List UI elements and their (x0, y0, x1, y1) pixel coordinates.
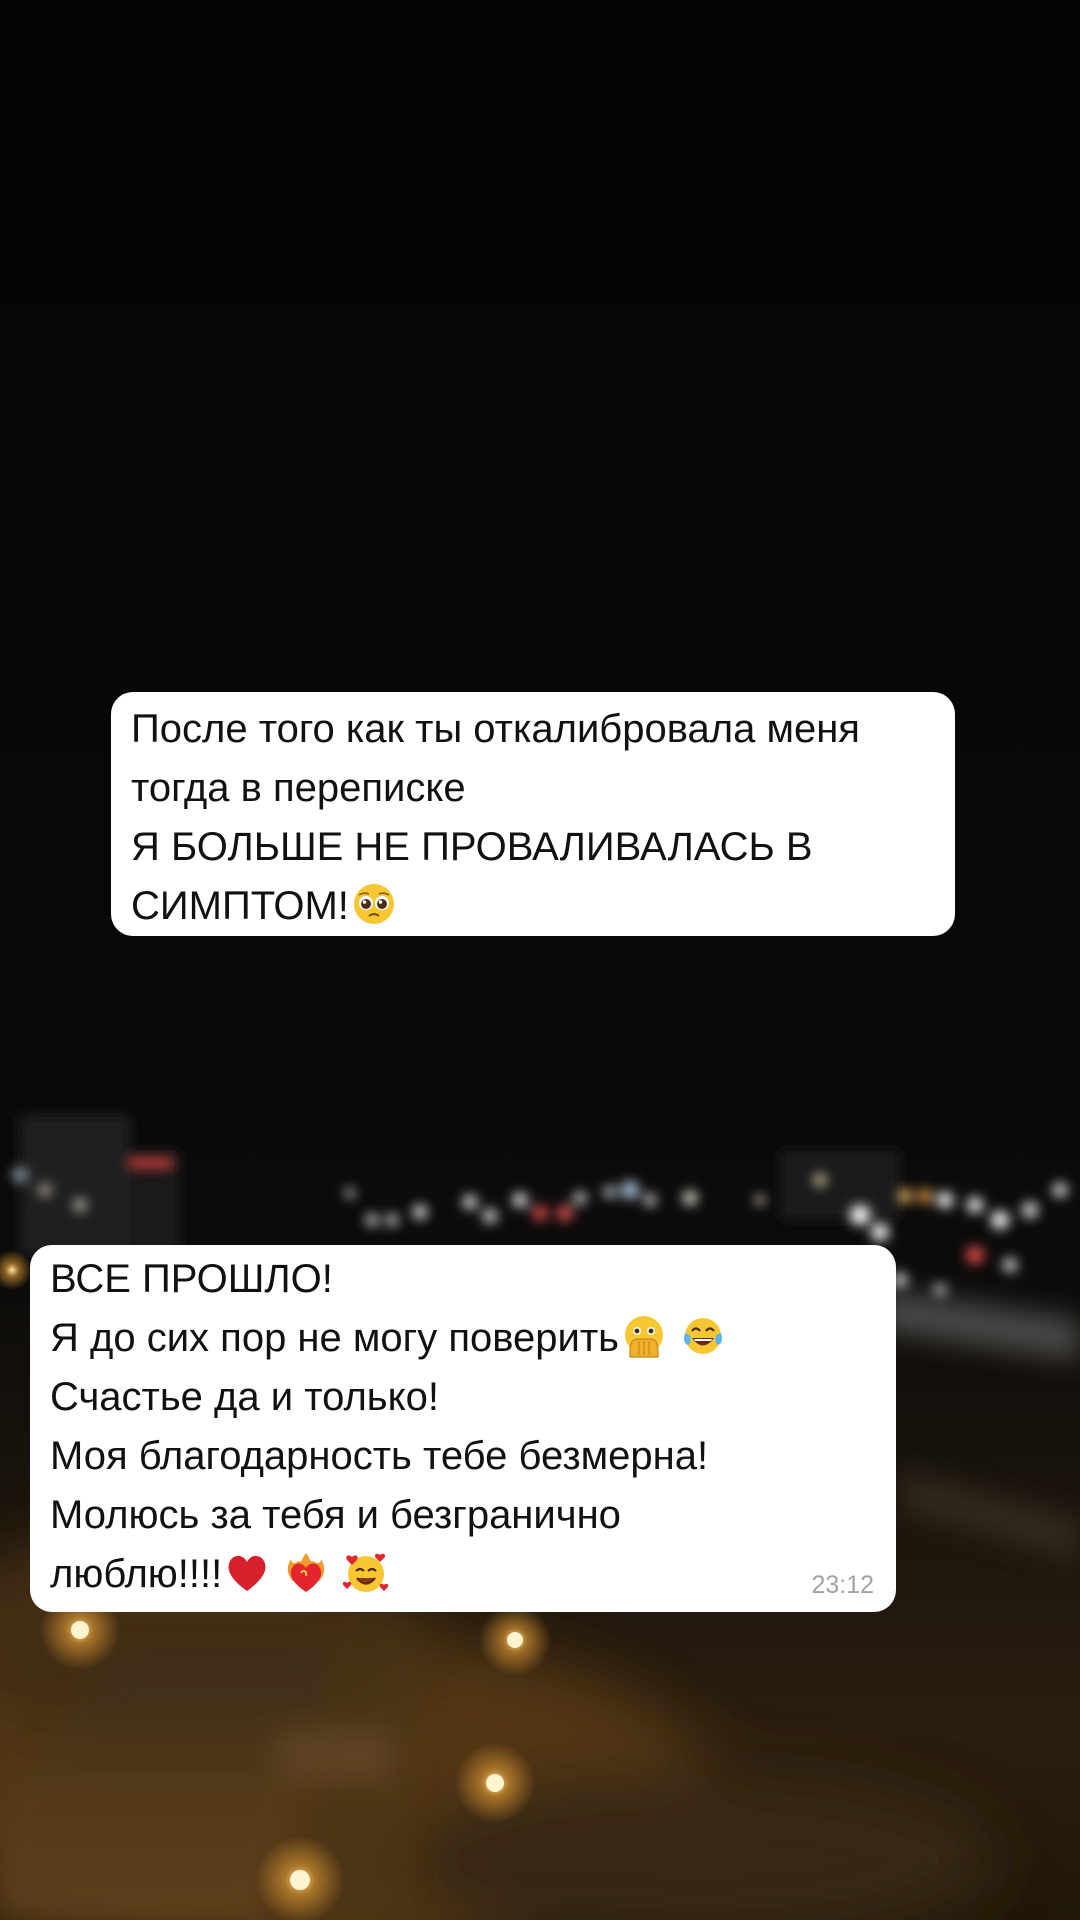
message-text: Я до сих пор не могу поверить (50, 1316, 620, 1360)
message-line: Я БОЛЬШЕ НЕ ПРОВАЛИВАЛАСЬ В (131, 825, 813, 869)
heart-on-fire-emoji (288, 1553, 325, 1592)
story-screen: После того как ты откалибровала меня тог… (0, 0, 1080, 1920)
face-with-open-eyes-and-hand-over-mouth-emoji (625, 1316, 664, 1358)
face-with-tears-of-joy-emoji (684, 1318, 723, 1354)
pleading-face-emoji (353, 884, 394, 924)
red-heart-emoji (228, 1555, 266, 1591)
message-line: Моя благодарность тебе безмерна! (50, 1434, 709, 1478)
night-city-background (0, 1115, 1080, 1920)
message-text: СИМПТОМ! (131, 884, 349, 928)
message-timestamp: 23:12 (811, 1571, 874, 1599)
message-text: люблю!!!! (50, 1552, 223, 1596)
message-line: Счастье да и только! (50, 1375, 439, 1419)
message-line: ВСЕ ПРОШЛО! (50, 1257, 333, 1301)
message-line-with-emoji: люблю!!!! (50, 1545, 876, 1604)
message-line-with-emoji: Я до сих пор не могу поверить (50, 1309, 876, 1368)
smiling-face-with-hearts-emoji (342, 1553, 388, 1592)
message-line-with-emoji: СИМПТОМ! (131, 877, 935, 936)
message-line: тогда в переписке (131, 766, 466, 810)
message-line: Молюсь за тебя и безгранично (50, 1493, 621, 1537)
message-line: После того как ты откалибровала меня (131, 707, 860, 751)
message-bubble[interactable]: После того как ты откалибровала меня тог… (111, 692, 955, 936)
message-bubble[interactable]: ВСЕ ПРОШЛО! Я до сих пор не могу поверит… (30, 1245, 896, 1612)
